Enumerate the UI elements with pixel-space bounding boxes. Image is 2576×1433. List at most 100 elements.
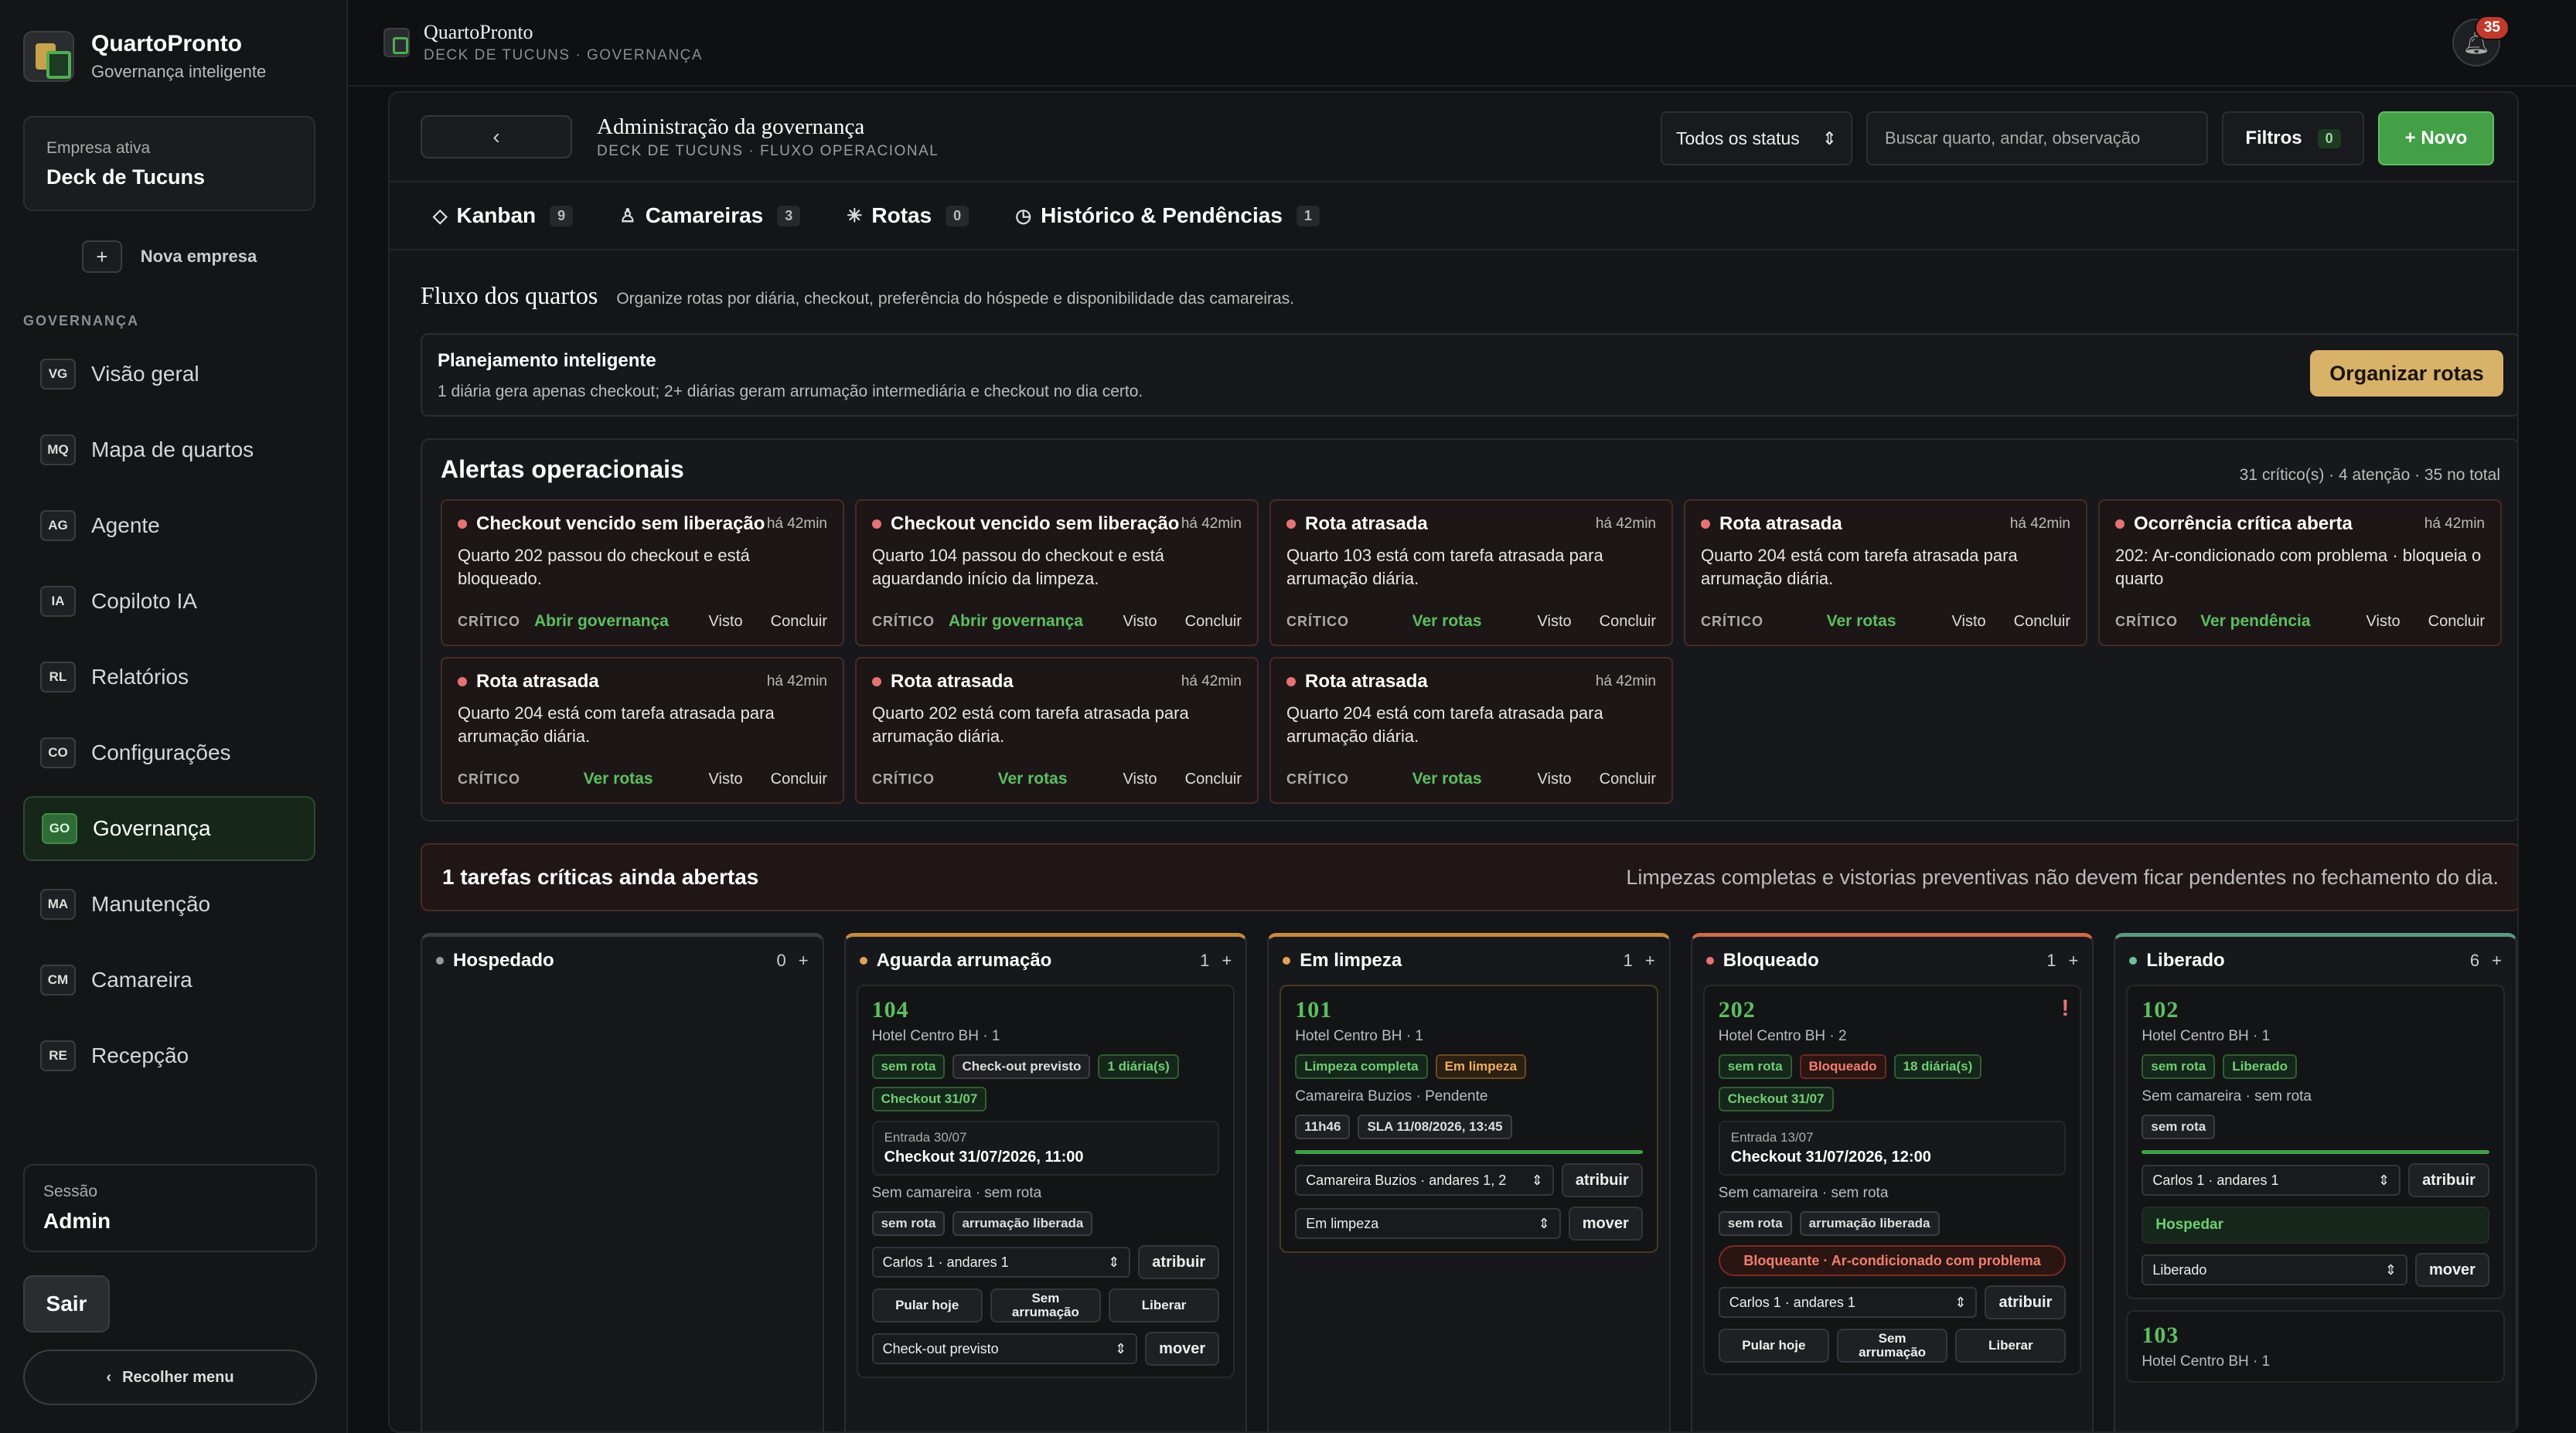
kanban-column-hospedado: Hospedado 0 + xyxy=(421,933,824,1431)
tag: sem rota xyxy=(871,1211,946,1236)
alert-done-button[interactable]: Concluir xyxy=(2014,613,2070,631)
alert-done-button[interactable]: Concluir xyxy=(771,771,827,788)
alert-seen-button[interactable]: Visto xyxy=(709,613,743,631)
alert-seen-button[interactable]: Visto xyxy=(2366,613,2401,631)
filters-button[interactable]: Filtros 0 xyxy=(2222,111,2364,165)
sidebar-item-recepcao[interactable]: RE Recepção xyxy=(23,1023,315,1088)
column-add-button[interactable]: + xyxy=(2069,951,2079,971)
move-select[interactable]: Liberado ⇕ xyxy=(2142,1254,2407,1285)
status-select[interactable]: Todos os status ⇕ xyxy=(1661,111,1852,165)
alert-seen-button[interactable]: Visto xyxy=(1952,613,1986,631)
column-title: Aguarda arrumação xyxy=(876,950,1052,971)
assign-select[interactable]: Camareira Buzios · andares 1, 2 ⇕ xyxy=(1295,1165,1554,1196)
alert-done-button[interactable]: Concluir xyxy=(771,613,827,631)
move-button[interactable]: mover xyxy=(1568,1207,1643,1241)
alert-action-link[interactable]: Ver rotas xyxy=(584,770,653,788)
alert-action-link[interactable]: Ver rotas xyxy=(1412,770,1482,788)
new-company-button[interactable]: + Nova empresa xyxy=(23,240,315,273)
alert-title: Checkout vencido sem liberação xyxy=(476,513,765,534)
assign-button[interactable]: atribuir xyxy=(1561,1163,1643,1197)
organize-routes-button[interactable]: Organizar rotas xyxy=(2310,350,2503,397)
assign-select[interactable]: Carlos 1 · andares 1 ⇕ xyxy=(2142,1165,2401,1196)
sidebar-item-configuracoes[interactable]: CO Configurações xyxy=(23,720,315,785)
move-select[interactable]: Check-out previsto ⇕ xyxy=(871,1333,1138,1364)
alert-done-button[interactable]: Concluir xyxy=(2428,613,2485,631)
room-number: 102 xyxy=(2142,997,2179,1023)
active-company-selector[interactable]: Empresa ativa Deck de Tucuns xyxy=(23,116,315,211)
alert-seen-button[interactable]: Visto xyxy=(1538,771,1572,788)
logout-button[interactable]: Sair xyxy=(23,1275,110,1333)
sidebar-item-manutencao[interactable]: MA Manutenção xyxy=(23,872,315,937)
column-add-button[interactable]: + xyxy=(2492,951,2502,971)
room-number: 101 xyxy=(1295,997,1333,1023)
tag: 11h46 xyxy=(1295,1115,1351,1139)
updown-icon: ⇕ xyxy=(1115,1340,1127,1356)
assign-button[interactable]: atribuir xyxy=(2408,1163,2489,1197)
flow-description: Organize rotas por diária, checkout, pre… xyxy=(616,290,1295,308)
kanban-column-em-limpeza: Em limpeza 1 + 101 Hotel Centro BH · 1 Lim… xyxy=(1267,933,1671,1431)
alert-done-button[interactable]: Concluir xyxy=(1600,613,1656,631)
room-card[interactable]: 103 Hotel Centro BH · 1 xyxy=(2126,1310,2505,1383)
column-add-button[interactable]: + xyxy=(799,951,809,971)
move-button[interactable]: mover xyxy=(2414,1253,2489,1287)
no-cleaning-button[interactable]: Sem arrumação xyxy=(1836,1329,1948,1363)
assign-select[interactable]: Carlos 1 · andares 1 ⇕ xyxy=(871,1247,1131,1278)
back-button[interactable]: ‹ xyxy=(421,115,572,158)
sidebar-item-mapa-quartos[interactable]: MQ Mapa de quartos xyxy=(23,417,315,482)
updown-icon: ⇕ xyxy=(1531,1172,1543,1188)
notifications-button[interactable]: 🔔︎ 35 xyxy=(2452,15,2510,66)
alert-action-link[interactable]: Ver rotas xyxy=(1827,612,1896,631)
sidebar-item-label: Visão geral xyxy=(91,362,199,386)
sidebar-item-camareira[interactable]: CM Camareira xyxy=(23,948,315,1013)
assign-select[interactable]: Carlos 1 · andares 1 ⇕ xyxy=(1718,1287,1978,1318)
assign-select-value: Carlos 1 · andares 1 xyxy=(1729,1294,1855,1310)
sidebar-item-copiloto[interactable]: IA Copiloto IA xyxy=(23,569,315,634)
alert-seen-button[interactable]: Visto xyxy=(1123,613,1157,631)
search-input[interactable] xyxy=(1866,111,2208,165)
sidebar-item-visao-geral[interactable]: VG Visão geral xyxy=(23,342,315,407)
alert-done-button[interactable]: Concluir xyxy=(1600,771,1656,788)
room-card[interactable]: 104 Hotel Centro BH · 1 sem rota Check-ou… xyxy=(856,985,1235,1378)
tab-kanban[interactable]: ◇ Kanban 9 xyxy=(433,203,574,228)
alert-done-button[interactable]: Concluir xyxy=(1185,613,1242,631)
skip-today-button[interactable]: Pular hoje xyxy=(1718,1329,1829,1363)
skip-today-button[interactable]: Pular hoje xyxy=(871,1288,983,1322)
sidebar-item-agente[interactable]: AG Agente xyxy=(23,493,315,558)
column-title: Hospedado xyxy=(453,950,554,971)
release-button[interactable]: Liberar xyxy=(1955,1329,2067,1363)
alert-action-link[interactable]: Abrir governança xyxy=(534,612,669,631)
release-button[interactable]: Liberar xyxy=(1109,1288,1220,1322)
sidebar-item-relatorios[interactable]: RL Relatórios xyxy=(23,645,315,710)
alert-action-link[interactable]: Abrir governança xyxy=(949,612,1083,631)
alert-description: Quarto 204 está com tarefa atrasada para… xyxy=(1286,703,1603,746)
assign-button[interactable]: atribuir xyxy=(1138,1245,1220,1279)
alert-level: CRÍTICO xyxy=(2115,613,2178,629)
column-add-button[interactable]: + xyxy=(1645,951,1655,971)
tab-camareiras[interactable]: ♙ Camareiras 3 xyxy=(619,203,801,228)
tab-rotas[interactable]: ✳ Rotas 0 xyxy=(847,203,969,228)
alert-title: Rota atrasada xyxy=(1305,513,1428,534)
company-name: Deck de Tucuns xyxy=(46,165,206,189)
sidebar-item-governanca[interactable]: GO Governança xyxy=(23,796,315,861)
room-card[interactable]: 101 Hotel Centro BH · 1 Limpeza completa… xyxy=(1279,985,1658,1253)
alert-done-button[interactable]: Concluir xyxy=(1185,771,1242,788)
tab-historico[interactable]: ◷ Histórico & Pendências 1 xyxy=(1015,203,1320,228)
room-card[interactable]: ! 202 Hotel Centro BH · 2 sem rota Bloque… xyxy=(1702,985,2082,1375)
move-button[interactable]: mover xyxy=(1145,1332,1220,1366)
alert-action-link[interactable]: Ver pendência xyxy=(2200,612,2310,631)
new-button[interactable]: + Novo xyxy=(2378,111,2494,165)
move-select[interactable]: Em limpeza ⇕ xyxy=(1295,1208,1561,1239)
alert-seen-button[interactable]: Visto xyxy=(1538,613,1572,631)
host-button[interactable]: Hospedar xyxy=(2142,1207,2489,1244)
collapse-menu-button[interactable]: ‹ Recolher menu xyxy=(23,1350,317,1405)
column-add-button[interactable]: + xyxy=(1222,951,1232,971)
alert-action-link[interactable]: Ver rotas xyxy=(998,770,1068,788)
assign-button[interactable]: atribuir xyxy=(1985,1285,2067,1319)
new-company-label: Nova empresa xyxy=(140,247,257,266)
nav-code-badge: VG xyxy=(40,359,76,390)
room-card[interactable]: 102 Hotel Centro BH · 1 sem rota Liberado… xyxy=(2126,985,2505,1299)
alert-seen-button[interactable]: Visto xyxy=(1123,771,1157,788)
no-cleaning-button[interactable]: Sem arrumação xyxy=(990,1288,1101,1322)
alert-action-link[interactable]: Ver rotas xyxy=(1412,612,1482,631)
alert-seen-button[interactable]: Visto xyxy=(709,771,743,788)
